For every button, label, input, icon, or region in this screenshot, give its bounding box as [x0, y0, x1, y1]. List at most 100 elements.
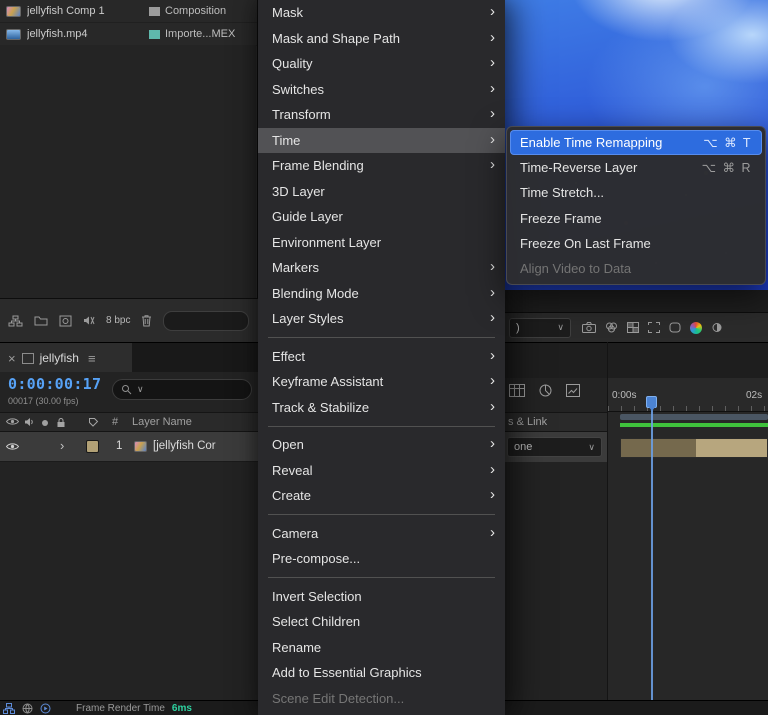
submenu-item-freeze-frame[interactable]: Freeze Frame	[510, 206, 762, 231]
time-submenu: Enable Time Remapping⌥ ⌘ TTime-Reverse L…	[506, 126, 766, 285]
menu-item-mask-and-shape-path[interactable]: Mask and Shape Path›	[258, 26, 505, 52]
snapshot-icon[interactable]	[582, 322, 596, 333]
keyboard-shortcut: ⌥ ⌘ T	[703, 135, 752, 150]
menu-item-effect[interactable]: Effect›	[258, 344, 505, 370]
menu-item-time[interactable]: Time›	[258, 128, 505, 154]
search-icon	[121, 384, 132, 395]
mute-audio-icon[interactable]	[83, 315, 95, 326]
project-item-list: jellyfish Comp 1Compositionjellyfish.mp4…	[0, 0, 257, 46]
frame-info: 00017 (30.00 fps)	[8, 396, 79, 406]
layer-number-column-header[interactable]: #	[112, 416, 118, 428]
mask-visibility-icon[interactable]	[669, 322, 681, 333]
menu-item-label: Pre-compose...	[272, 551, 360, 566]
menu-item-environment-layer[interactable]: Environment Layer	[258, 230, 505, 256]
submenu-item-enable-time-remapping[interactable]: Enable Time Remapping⌥ ⌘ T	[510, 130, 762, 155]
chevron-down-icon: ∨	[137, 384, 144, 395]
close-panel-icon[interactable]: ×	[8, 351, 16, 366]
new-folder-icon[interactable]	[34, 315, 48, 326]
menu-item-open[interactable]: Open›	[258, 432, 505, 458]
expand-layer-chevron-icon[interactable]: ›	[60, 438, 64, 453]
menu-item-guide-layer[interactable]: Guide Layer	[258, 204, 505, 230]
project-search-pill[interactable]	[163, 311, 249, 331]
submenu-arrow-icon: ›	[490, 399, 495, 414]
current-timecode[interactable]: 0:00:00:17	[8, 375, 101, 393]
show-channel-icon[interactable]	[605, 322, 618, 333]
submenu-arrow-icon: ›	[490, 285, 495, 300]
solo-column-icon[interactable]	[42, 420, 48, 426]
submenu-arrow-icon: ›	[490, 106, 495, 121]
globe-icon[interactable]	[22, 703, 33, 714]
region-of-interest-icon[interactable]	[648, 322, 660, 333]
panel-menu-icon[interactable]: ≡	[88, 351, 96, 366]
video-column-icon[interactable]	[6, 417, 19, 426]
menu-item-mask[interactable]: Mask›	[258, 0, 505, 26]
menu-item-blending-mode[interactable]: Blending Mode›	[258, 281, 505, 307]
after-effects-window: ) ∨ 0:00s 02s s & Link one ∨	[0, 0, 768, 715]
layer-row[interactable]: › 1 [jellyfish Cor	[0, 432, 258, 462]
menu-item-add-to-essential-graphics[interactable]: Add to Essential Graphics	[258, 660, 505, 686]
magnification-dropdown[interactable]: ) ∨	[509, 318, 571, 338]
time-ruler[interactable]: 0:00s 02s	[608, 378, 768, 412]
project-item-name: jellyfish.mp4	[27, 28, 149, 40]
bit-depth-label[interactable]: 8 bpc	[106, 315, 130, 326]
lock-column-icon[interactable]	[56, 417, 66, 428]
submenu-item-time-stretch[interactable]: Time Stretch...	[510, 180, 762, 205]
menu-item-transform[interactable]: Transform›	[258, 102, 505, 128]
menu-item-3d-layer[interactable]: 3D Layer	[258, 179, 505, 205]
composition-icon	[6, 6, 21, 17]
layer-visibility-icon[interactable]	[6, 442, 19, 451]
submenu-arrow-icon: ›	[490, 55, 495, 70]
preview-icon[interactable]	[40, 703, 51, 714]
menu-item-markers[interactable]: Markers›	[258, 255, 505, 281]
submenu-arrow-icon: ›	[490, 157, 495, 172]
color-management-icon[interactable]	[690, 322, 702, 334]
project-item-jellyfish-mp4[interactable]: jellyfish.mp4 Importe...MEX	[0, 23, 257, 46]
menu-item-track-stabilize[interactable]: Track & Stabilize›	[258, 395, 505, 421]
layer-label-color-swatch[interactable]	[86, 440, 99, 453]
layer-duration-bar-left[interactable]	[620, 438, 696, 458]
composition-type-icon	[149, 7, 160, 16]
frame-blending-icon[interactable]	[539, 384, 552, 397]
menu-item-rename[interactable]: Rename	[258, 635, 505, 661]
project-toolbar: 8 bpc	[0, 298, 258, 342]
label-column-icon[interactable]	[88, 417, 99, 428]
project-item-jellyfish-comp-1[interactable]: jellyfish Comp 1Composition	[0, 0, 257, 23]
menu-separator	[258, 332, 505, 344]
graph-editor-icon[interactable]	[566, 384, 580, 397]
submenu-item-time-reverse-layer[interactable]: Time-Reverse Layer⌥ ⌘ R	[510, 155, 762, 180]
menu-item-invert-selection[interactable]: Invert Selection	[258, 584, 505, 610]
menu-item-frame-blending[interactable]: Frame Blending ›	[258, 153, 505, 179]
menu-item-reveal[interactable]: Reveal›	[258, 458, 505, 484]
menu-item-label: 3D Layer	[272, 184, 325, 199]
menu-item-switches[interactable]: Switches›	[258, 77, 505, 103]
menu-item-layer-styles[interactable]: Layer Styles›	[258, 306, 505, 332]
layer-name-column-header[interactable]: Layer Name	[132, 416, 192, 428]
work-area-bar[interactable]	[620, 414, 768, 420]
project-flowchart-icon[interactable]	[8, 315, 23, 327]
parent-dropdown[interactable]: one ∨	[507, 437, 602, 457]
submenu-item-freeze-on-last-frame[interactable]: Freeze On Last Frame	[510, 231, 762, 256]
layer-name[interactable]: [jellyfish Cor	[153, 440, 216, 452]
timeline-tab[interactable]: × jellyfish ≡	[0, 343, 132, 373]
menu-item-pre-compose[interactable]: Pre-compose...	[258, 546, 505, 572]
menu-item-label: Layer Styles	[272, 311, 344, 326]
project-item-type: Importe...MEX	[165, 28, 235, 40]
layer-duration-bar-right[interactable]	[696, 438, 768, 458]
menu-item-select-children[interactable]: Select Children	[258, 609, 505, 635]
delete-icon[interactable]	[141, 314, 152, 327]
network-render-icon[interactable]	[3, 703, 15, 714]
playhead[interactable]	[646, 396, 657, 408]
menu-item-create[interactable]: Create›	[258, 483, 505, 509]
menu-item-label: Rename	[272, 640, 321, 655]
menu-item-keyframe-assistant[interactable]: Keyframe Assistant›	[258, 369, 505, 395]
exposure-icon[interactable]	[711, 322, 723, 333]
audio-column-icon[interactable]	[24, 417, 35, 427]
comp-mini-flowchart-icon[interactable]	[509, 384, 525, 397]
new-composition-icon[interactable]	[59, 315, 72, 327]
menu-item-label: Frame Blending	[272, 158, 364, 173]
timeline-search-field[interactable]: ∨	[112, 379, 252, 400]
transparency-grid-icon[interactable]	[627, 322, 639, 333]
menu-item-quality[interactable]: Quality›	[258, 51, 505, 77]
menu-item-camera[interactable]: Camera›	[258, 521, 505, 547]
parent-link-column-header: s & Link	[505, 412, 607, 432]
